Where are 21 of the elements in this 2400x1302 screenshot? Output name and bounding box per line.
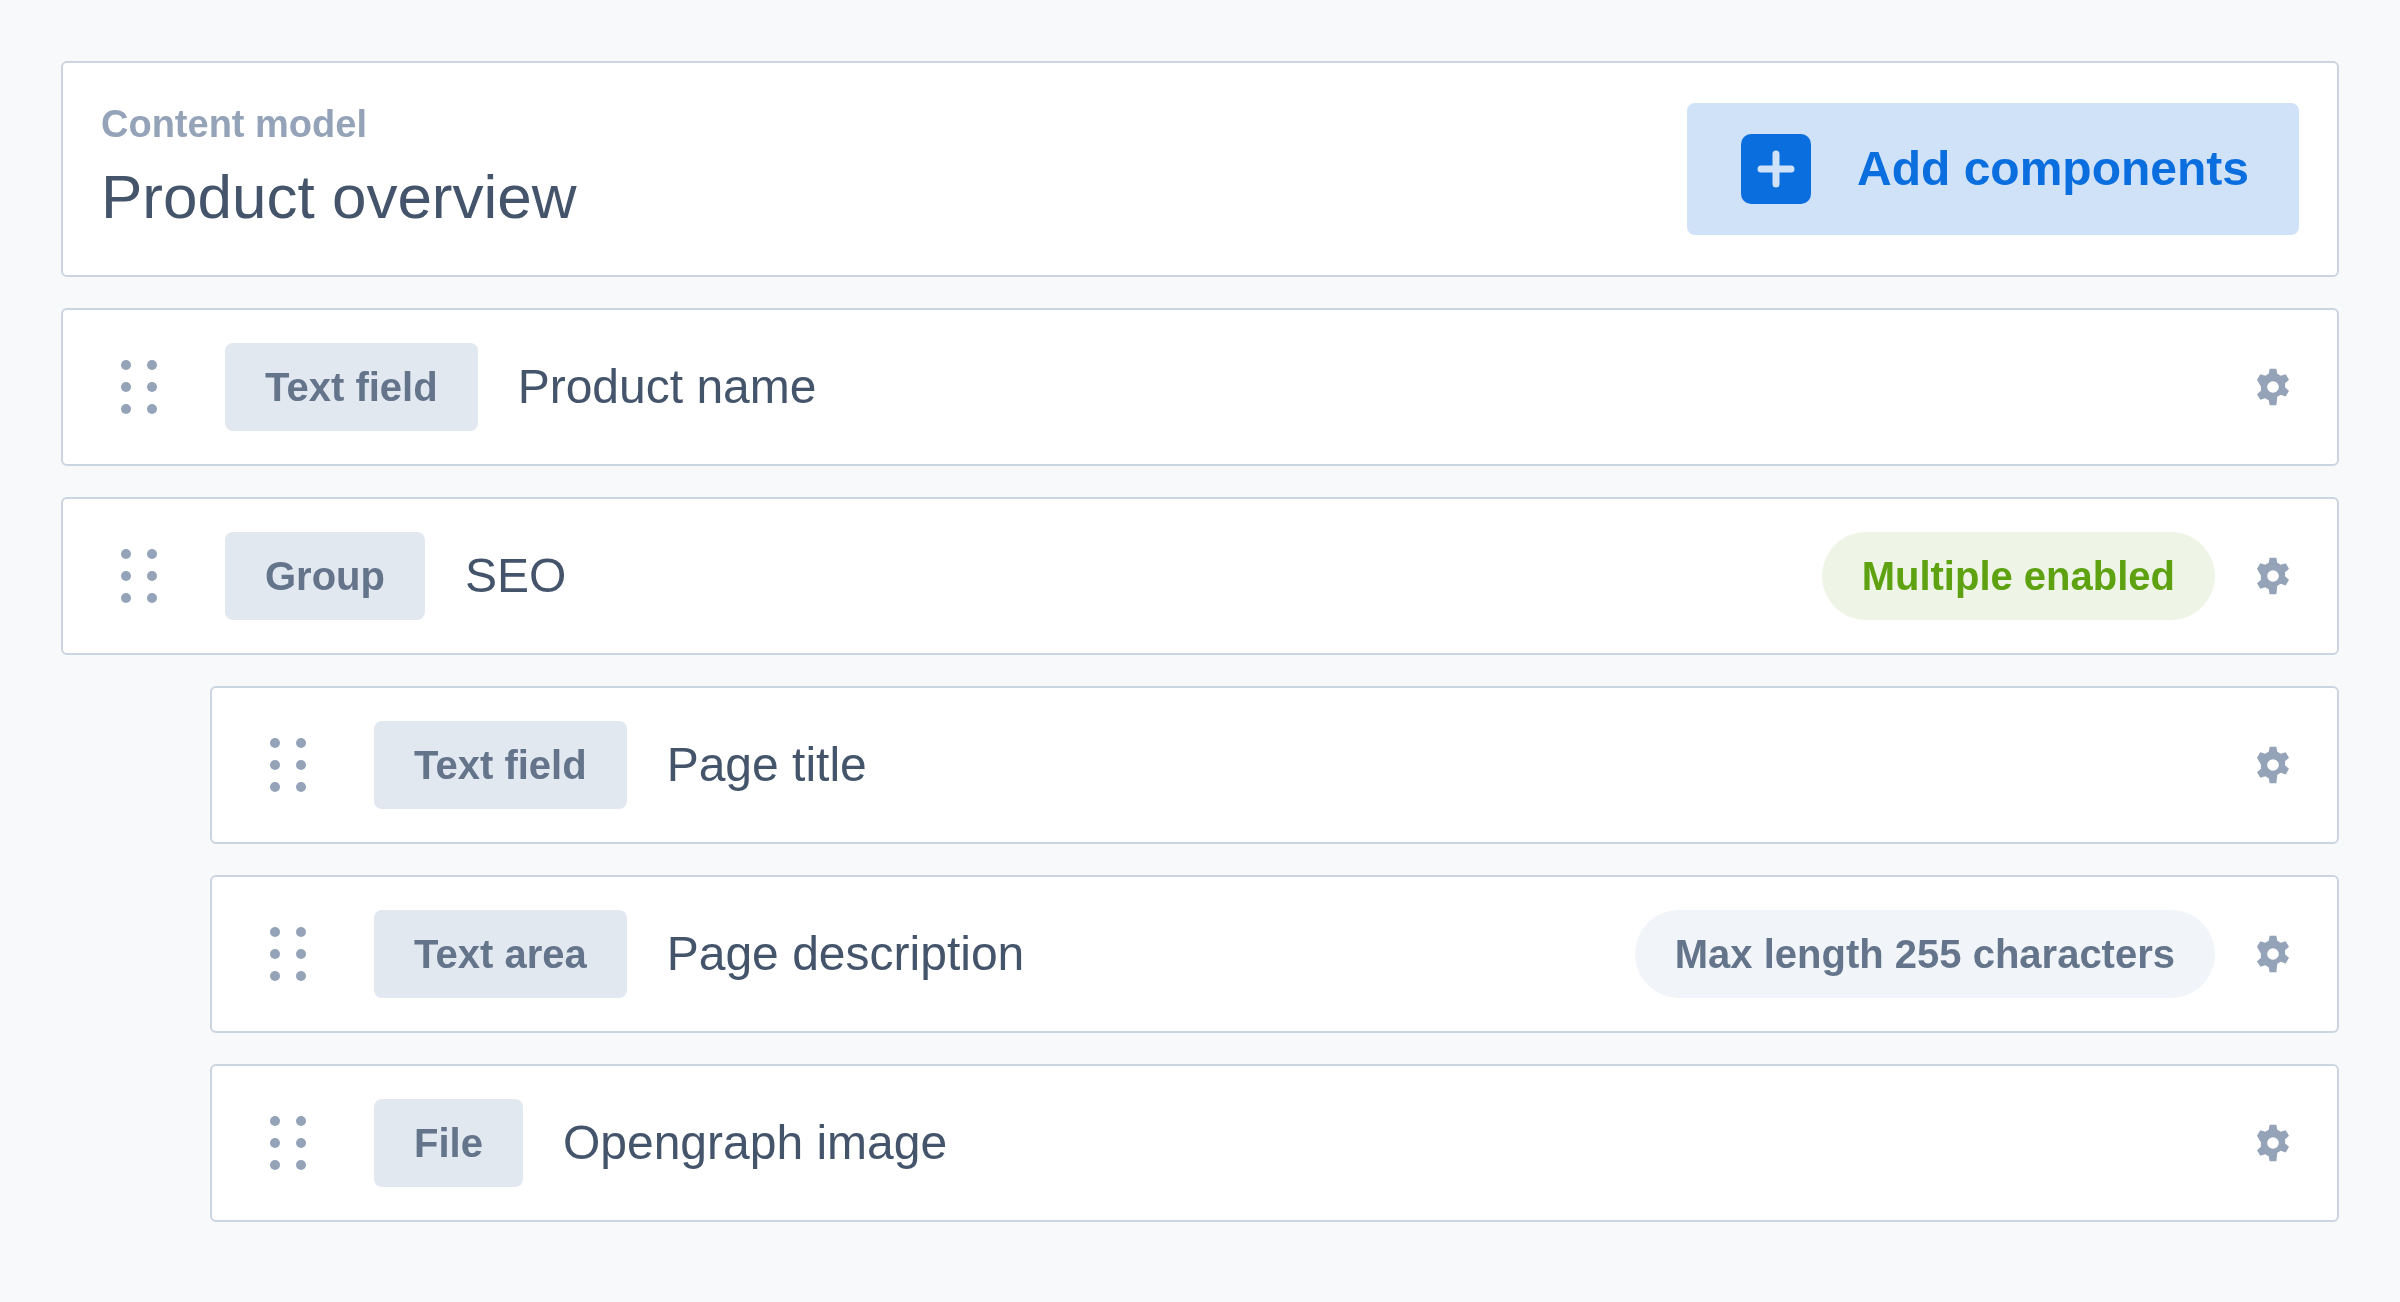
component-name: Opengraph image bbox=[562, 1115, 948, 1171]
component-type-tag: Text field bbox=[374, 721, 627, 809]
component-name: SEO bbox=[465, 548, 567, 604]
drag-handle-icon[interactable] bbox=[121, 360, 157, 414]
component-type-tag: File bbox=[374, 1099, 523, 1187]
drag-handle-icon[interactable] bbox=[270, 1116, 306, 1170]
component-setting-tag: Multiple enabled bbox=[1821, 532, 2215, 620]
component-setting-tag: Max length 255 characters bbox=[1634, 910, 2215, 998]
component-type-tag: Text field bbox=[225, 343, 478, 431]
component-type-tag: Text area bbox=[374, 910, 627, 998]
component-type-tag: Group bbox=[225, 532, 425, 620]
component-name: Page title bbox=[666, 737, 867, 793]
component-name: Product name bbox=[517, 359, 817, 415]
add-components-button[interactable]: Add components bbox=[1687, 103, 2299, 235]
section-label: Content model bbox=[101, 103, 368, 146]
drag-handle-icon[interactable] bbox=[270, 738, 306, 792]
plus-icon bbox=[1741, 134, 1811, 204]
drag-handle-icon[interactable] bbox=[270, 927, 306, 981]
page-title: Product overview bbox=[101, 160, 577, 233]
drag-handle-icon[interactable] bbox=[121, 549, 157, 603]
component-name: Page description bbox=[666, 926, 1025, 982]
